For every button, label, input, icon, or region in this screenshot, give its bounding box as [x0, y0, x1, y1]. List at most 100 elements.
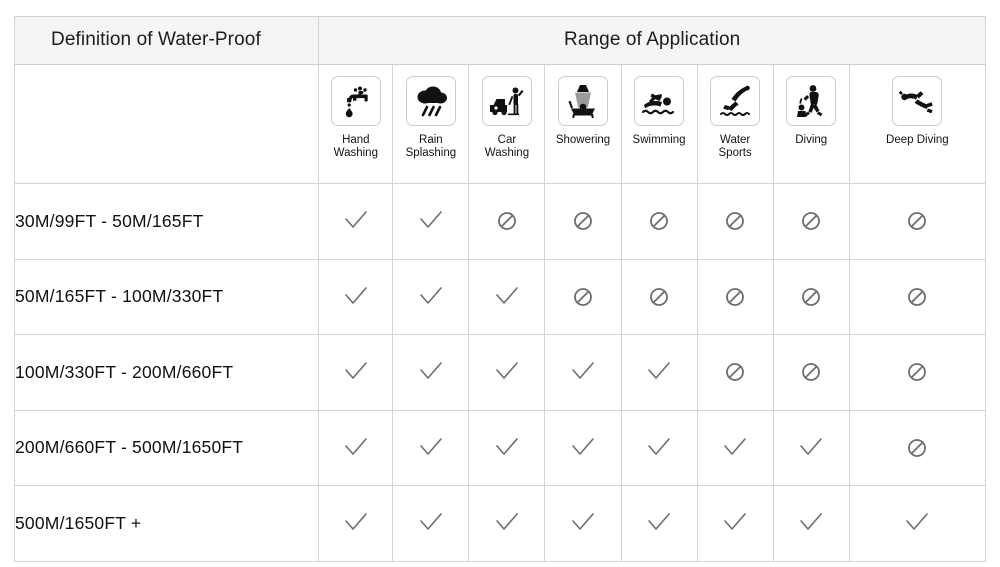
supported-check-icon	[570, 361, 596, 383]
supported-check-icon	[798, 512, 824, 534]
supported-check-icon	[494, 286, 520, 308]
supported-check-icon	[418, 437, 444, 459]
supported-check-icon	[418, 210, 444, 232]
cell-mark	[392, 485, 470, 562]
column-header-diving: Diving	[772, 64, 850, 184]
rain-cloud-icon	[405, 76, 456, 126]
supported-check-icon	[570, 437, 596, 459]
not-supported-deny-icon	[800, 210, 822, 232]
not-supported-deny-icon	[800, 361, 822, 383]
car-washing-icon	[481, 76, 532, 126]
rating-label: 30M/99FT - 50M/165FT	[13, 183, 320, 260]
supported-check-icon	[722, 437, 748, 459]
column-label: Hand Washing	[333, 134, 378, 159]
cell-mark	[696, 409, 774, 486]
supported-check-icon	[904, 512, 930, 534]
not-supported-deny-icon	[724, 210, 746, 232]
not-supported-deny-icon	[906, 361, 928, 383]
supported-check-icon	[494, 361, 520, 383]
column-header-car-washing: Car Washing	[468, 64, 546, 184]
column-label: Water Sports	[718, 134, 752, 159]
cell-mark	[620, 258, 698, 335]
not-supported-deny-icon	[572, 210, 594, 232]
cell-mark	[772, 409, 850, 486]
supported-check-icon	[722, 512, 748, 534]
not-supported-deny-icon	[906, 210, 928, 232]
cell-mark	[620, 485, 698, 562]
cell-mark	[848, 409, 987, 486]
swimming-icon	[634, 76, 685, 126]
cell-mark	[848, 183, 987, 260]
supported-check-icon	[798, 437, 824, 459]
column-label: Rain Splashing	[405, 134, 457, 159]
supported-check-icon	[494, 512, 520, 534]
cell-mark	[848, 258, 987, 335]
cell-mark	[544, 183, 622, 260]
cell-mark	[392, 183, 470, 260]
table-row: 30M/99FT - 50M/165FT	[13, 183, 987, 260]
deep-diving-icon	[892, 76, 943, 126]
table-row: 50M/165FT - 100M/330FT	[13, 258, 987, 335]
cell-mark	[544, 409, 622, 486]
table-row: 200M/660FT - 500M/1650FT	[13, 409, 987, 486]
supported-check-icon	[343, 437, 369, 459]
header-range-of-application: Range of Application	[318, 16, 986, 65]
not-supported-deny-icon	[800, 286, 822, 308]
supported-check-icon	[570, 512, 596, 534]
rating-label: 100M/330FT - 200M/660FT	[13, 334, 320, 411]
supported-check-icon	[646, 361, 672, 383]
cell-mark	[468, 409, 546, 486]
not-supported-deny-icon	[572, 286, 594, 308]
water-sports-icon	[710, 76, 761, 126]
supported-check-icon	[343, 512, 369, 534]
corner-blank-cell	[13, 64, 320, 184]
cell-mark	[620, 183, 698, 260]
cell-mark	[696, 485, 774, 562]
column-label: Swimming	[632, 134, 686, 146]
water-resistance-table: Definition of Water-Proof Range of Appli…	[13, 16, 987, 562]
column-label: Car Washing	[484, 134, 530, 159]
table-row: 500M/1650FT +	[13, 485, 987, 562]
faucet-icon	[330, 76, 381, 126]
supported-check-icon	[343, 210, 369, 232]
not-supported-deny-icon	[724, 286, 746, 308]
cell-mark	[620, 334, 698, 411]
cell-mark	[468, 485, 546, 562]
cell-mark	[696, 183, 774, 260]
column-header-showering: Showering	[544, 64, 622, 184]
cell-mark	[318, 409, 394, 486]
column-header-hand-washing: Hand Washing	[318, 64, 394, 184]
supported-check-icon	[494, 437, 520, 459]
column-header-swimming: Swimming	[620, 64, 698, 184]
cell-mark	[392, 258, 470, 335]
showering-icon	[558, 76, 609, 126]
cell-mark	[468, 183, 546, 260]
column-header-row: Hand Washing Rain Splashing Car Washing …	[13, 64, 987, 184]
cell-mark	[544, 485, 622, 562]
rating-label: 500M/1650FT +	[13, 485, 320, 562]
supported-check-icon	[418, 361, 444, 383]
rating-label: 50M/165FT - 100M/330FT	[13, 258, 320, 335]
supported-check-icon	[646, 512, 672, 534]
supported-check-icon	[343, 361, 369, 383]
column-header-deep-diving: Deep Diving	[848, 64, 987, 184]
cell-mark	[848, 485, 987, 562]
table-header-band: Definition of Water-Proof Range of Appli…	[13, 16, 986, 65]
not-supported-deny-icon	[906, 286, 928, 308]
cell-mark	[848, 334, 987, 411]
cell-mark	[318, 334, 394, 411]
header-definition-of-waterproof: Definition of Water-Proof	[13, 16, 320, 65]
cell-mark	[620, 409, 698, 486]
column-label: Diving	[795, 134, 828, 146]
cell-mark	[544, 334, 622, 411]
cell-mark	[772, 485, 850, 562]
not-supported-deny-icon	[496, 210, 518, 232]
not-supported-deny-icon	[648, 286, 670, 308]
cell-mark	[696, 258, 774, 335]
table-row: 100M/330FT - 200M/660FT	[13, 334, 987, 411]
cell-mark	[772, 183, 850, 260]
not-supported-deny-icon	[648, 210, 670, 232]
cell-mark	[392, 334, 470, 411]
diving-icon	[786, 76, 837, 126]
cell-mark	[544, 258, 622, 335]
